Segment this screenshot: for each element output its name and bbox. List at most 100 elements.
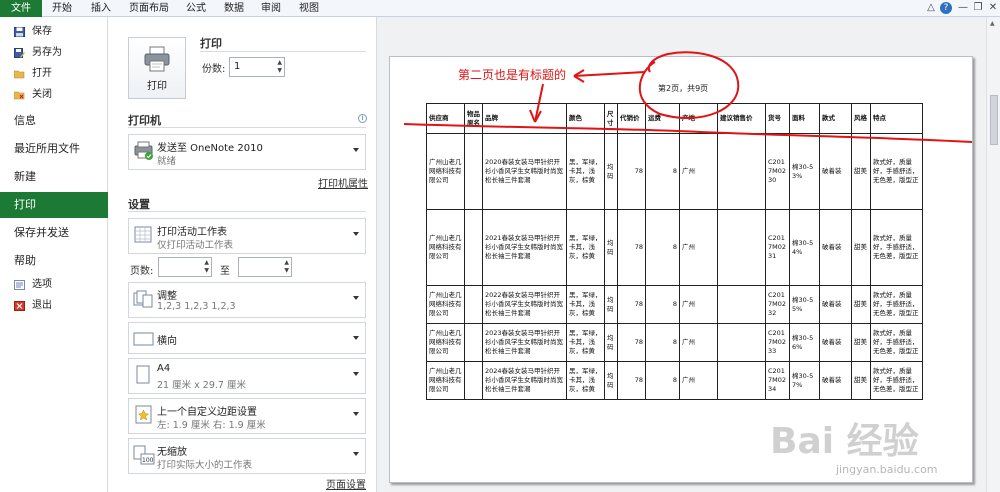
nav-save[interactable]: 保存 [0,23,108,41]
pages-from-stepper[interactable]: ▲ ▼ [158,257,212,277]
column-header: 货号 [765,103,790,134]
svg-text:100: 100 [142,457,154,464]
chevron-down-icon [353,336,359,340]
nav-options[interactable]: 选项 [0,276,108,294]
table-cell: 2023春装女装马甲针织开衫小香风学生女韩版时尚宽松长袖三件套潮 [482,323,567,362]
table-cell: 8 [645,285,680,324]
nav-open-label: 打开 [32,68,52,79]
table-cell: 破着装 [819,323,852,362]
help-icon[interactable]: ? [940,2,952,14]
tab-data[interactable]: 数据 [224,0,244,17]
nav-save-label: 保存 [32,26,52,37]
chevron-down-icon [353,412,359,416]
paper-icon [136,365,150,384]
table-cell [464,209,483,286]
table-cell: 黑，军绿，卡其，浅灰，棕黄 [566,133,605,210]
column-header: 产地 [679,103,718,134]
stepper-arrows-icon[interactable]: ▲ ▼ [204,259,209,275]
table-cell: 款式好，质量好，手感舒适，无色差，版型正 [870,323,923,362]
margins-icon [135,405,152,424]
nav-open[interactable]: 打开 [0,65,108,83]
page-number-header: 第2页，共9页 [658,84,709,93]
exit-icon [14,301,25,311]
table-cell: C2017M0231 [765,209,790,286]
tab-file[interactable]: 文件 [0,0,42,17]
table-header-row: 供应商 物品原名 品牌 颜色 尺寸 代销价 运费 产地 建议销售价 货号 面料 款式 风格 特点 [426,103,923,134]
watermark-url: jingyan.baidu.com [836,463,938,476]
nav-print[interactable]: 打印 [0,192,116,218]
info-icon[interactable]: i [358,114,367,123]
chevron-down-icon [353,148,359,152]
page-setup-link[interactable]: 页面设置 [326,476,366,491]
scaling-dropdown[interactable]: 100 无缩放 打印实际大小的工作表 [128,438,366,474]
tab-review[interactable]: 审阅 [261,0,281,17]
sheet-icon [134,226,152,243]
restore-icon[interactable]: ❐ [971,1,985,15]
table-cell: 广州山老几网络科技有限公司 [426,361,465,400]
table-cell: 均码 [604,133,618,210]
table-cell [464,361,483,400]
nav-close[interactable]: 关闭 [0,86,108,104]
table-cell: 78 [617,209,646,286]
printer-ready-icon [134,141,153,160]
scrollbar-thumb[interactable] [990,95,998,145]
printer-properties-link[interactable]: 打印机属性 [318,175,368,190]
divider [200,51,366,52]
tab-view[interactable]: 视图 [299,0,319,17]
stepper-arrows-icon[interactable]: ▲ ▼ [277,59,282,75]
nav-info[interactable]: 信息 [0,108,108,134]
paper-size-dropdown[interactable]: A4 21 厘米 x 29.7 厘米 [128,358,366,394]
nav-exit-label: 退出 [32,300,52,311]
print-what-dropdown[interactable]: 打印活动工作表 仅打印活动工作表 [128,218,366,254]
print-button[interactable]: 打印 [128,37,186,99]
margins-title: 上一个自定义边距设置 [157,407,257,418]
printer-dropdown[interactable]: 发送至 OneNote 2010 就绪 [128,134,366,170]
nav-recent[interactable]: 最近所用文件 [0,136,108,162]
save-icon [14,27,25,37]
close-icon[interactable]: ✕ [986,1,1000,15]
table-cell: 黑，军绿，卡其，浅灰，棕黄 [566,285,605,324]
nav-exit[interactable]: 退出 [0,297,108,315]
table-cell: 破着装 [819,361,852,400]
nav-save-as[interactable]: 另存为 [0,44,108,62]
print-what-sub: 仅打印活动工作表 [157,240,234,251]
table-cell [464,133,483,210]
table-cell: 棉30-57% [789,361,820,400]
minimize-ribbon-icon[interactable]: △ [924,1,938,15]
nav-help[interactable]: 帮助 [0,248,108,274]
nav-save-send[interactable]: 保存并发送 [0,220,108,246]
printer-icon [144,46,170,72]
print-section-title: 打印 [200,37,222,50]
tab-insert[interactable]: 插入 [91,0,111,17]
copies-stepper[interactable]: 1 ▲ ▼ [229,57,285,77]
print-settings-panel: 打印 打印 份数: 1 ▲ ▼ 打印机 i 发送至 OneNote 2010 就绪… [108,17,376,492]
chevron-down-icon [353,452,359,456]
table-cell: 广州 [679,285,718,324]
tab-formulas[interactable]: 公式 [186,0,206,17]
orientation-dropdown[interactable]: 横向 [128,322,366,354]
tab-page-layout[interactable]: 页面布局 [129,0,169,17]
table-cell [717,323,766,362]
table-body: 广州山老几网络科技有限公司 2020春装女装马甲针织开衫小香风学生女韩版时尚宽松长… [426,133,923,400]
table-cell: 破着装 [819,209,852,286]
column-header: 颜色 [566,103,605,134]
nav-new[interactable]: 新建 [0,164,108,190]
table-row: 广州山老几网络科技有限公司 2021春装女装马甲针织开衫小香风学生女韩版时尚宽松长… [426,209,923,286]
collate-dropdown[interactable]: 调整 1,2,3 1,2,3 1,2,3 [128,282,366,318]
minimize-icon[interactable]: — [956,1,970,15]
preview-scrollbar[interactable]: ▲ [986,17,1000,492]
tab-home[interactable]: 开始 [52,0,72,17]
watermark-logo: Bai 经验 [770,421,919,462]
pages-to-stepper[interactable]: ▲ ▼ [238,257,292,277]
save-as-icon [14,48,25,58]
scaling-icon: 100 [133,445,155,465]
table-cell: 78 [617,133,646,210]
scroll-up-icon[interactable]: ▲ [990,20,995,27]
margins-dropdown[interactable]: 上一个自定义边距设置 左: 1.9 厘米 右: 1.9 厘米 [128,398,366,434]
table-cell: 甜美 [851,361,871,400]
table-cell: 黑，军绿，卡其，浅灰，棕黄 [566,209,605,286]
print-what-title: 打印活动工作表 [157,227,227,238]
collate-icon [133,290,153,308]
table-cell: 8 [645,133,680,210]
stepper-arrows-icon[interactable]: ▲ ▼ [284,259,289,275]
